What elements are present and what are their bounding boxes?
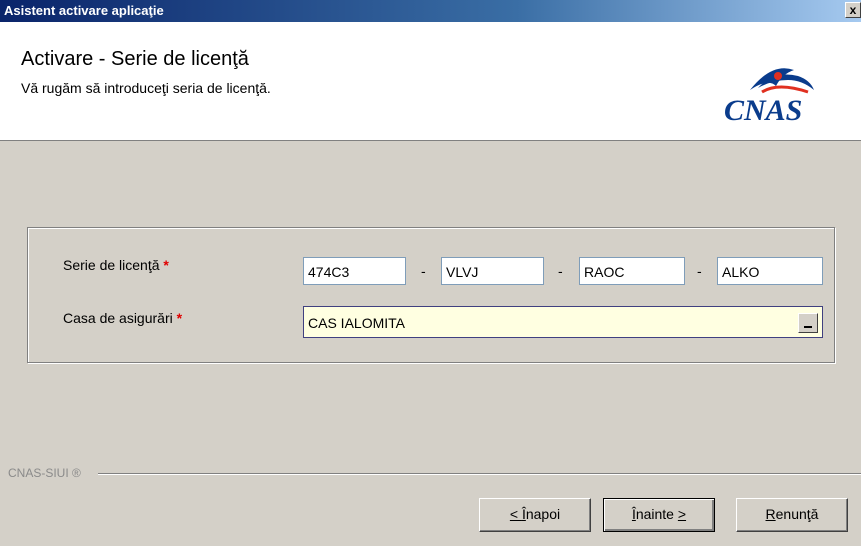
license-label: Serie de licenţă * (63, 257, 169, 273)
logo-text: CNAS (724, 94, 802, 124)
footer-divider (98, 473, 861, 475)
insurance-label: Casa de asigurări * (63, 310, 183, 326)
dropdown-arrow-icon[interactable] (798, 313, 818, 333)
close-button[interactable]: x (845, 2, 861, 18)
next-button[interactable]: Înainte > (603, 498, 715, 532)
insurance-house-select[interactable]: CAS IALOMITA (303, 306, 823, 338)
cnas-logo: CNAS (724, 68, 814, 124)
title-bar: Asistent activare aplicaţie x (0, 0, 861, 22)
back-button[interactable]: < Înapoi (479, 498, 591, 532)
license-part-3-input[interactable]: RAOC (579, 257, 685, 285)
window-title: Asistent activare aplicaţie (4, 3, 164, 18)
insurance-house-value: CAS IALOMITA (308, 315, 405, 331)
license-separator: - (697, 263, 702, 279)
page-title: Activare - Serie de licenţă (21, 48, 249, 70)
license-part-2-input[interactable]: VLVJ (441, 257, 544, 285)
wizard-header: Activare - Serie de licenţă Vă rugăm să … (0, 22, 861, 141)
license-separator: - (558, 263, 563, 279)
brand-label: CNAS-SIUI ® (8, 466, 81, 480)
page-subtitle: Vă rugăm să introduceţi seria de licenţă… (21, 80, 271, 96)
license-groupbox (27, 227, 835, 363)
license-part-1-input[interactable]: 474C3 (303, 257, 406, 285)
cancel-button[interactable]: Renunţă (736, 498, 848, 532)
license-separator: - (421, 263, 426, 279)
license-part-4-input[interactable]: ALKO (717, 257, 823, 285)
